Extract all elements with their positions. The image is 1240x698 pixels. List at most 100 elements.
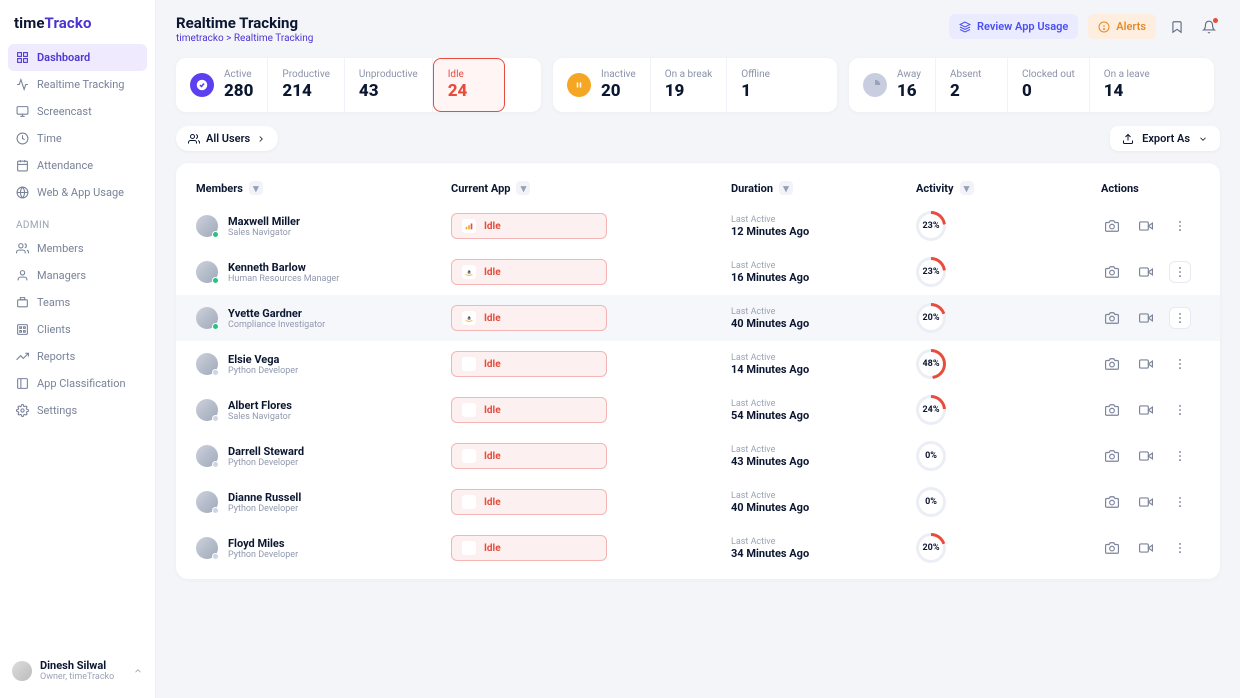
- screenshot-button[interactable]: [1101, 261, 1123, 283]
- sidebar-item-dashboard[interactable]: Dashboard: [8, 44, 147, 71]
- sidebar-item-realtime-tracking[interactable]: Realtime Tracking: [8, 71, 147, 98]
- current-app-cell: a Idle: [451, 259, 731, 285]
- sidebar-item-label: Reports: [37, 350, 75, 363]
- last-active-value: 12 Minutes Ago: [731, 225, 916, 238]
- sidebar-item-members[interactable]: Members: [8, 235, 147, 262]
- sidebar-item-attendance[interactable]: Attendance: [8, 152, 147, 179]
- stat-inactive[interactable]: Inactive 20: [553, 58, 651, 112]
- more-button[interactable]: [1169, 215, 1191, 237]
- app-icon: [462, 495, 476, 509]
- sidebar-item-time[interactable]: Time: [8, 125, 147, 152]
- stat-active[interactable]: Active 280: [176, 58, 268, 112]
- presence-indicator: [212, 231, 219, 238]
- col-members[interactable]: Members▾: [196, 181, 451, 195]
- sidebar-item-clients[interactable]: Clients: [8, 316, 147, 343]
- stat-offline[interactable]: Offline 1: [727, 58, 799, 112]
- table-row[interactable]: Elsie Vega Python Developer Idle Last Ac…: [176, 341, 1220, 387]
- sort-icon[interactable]: ▾: [779, 181, 793, 195]
- bookmark-button[interactable]: [1166, 16, 1188, 38]
- screenshot-button[interactable]: [1101, 537, 1123, 559]
- last-active-label: Last Active: [731, 537, 916, 547]
- more-button[interactable]: [1169, 353, 1191, 375]
- avatar: [196, 445, 218, 467]
- sidebar-item-managers[interactable]: Managers: [8, 262, 147, 289]
- more-button[interactable]: [1169, 307, 1191, 329]
- video-button[interactable]: [1135, 353, 1157, 375]
- col-duration[interactable]: Duration▾: [731, 181, 916, 195]
- more-vertical-icon: [1173, 357, 1187, 371]
- table-row[interactable]: Floyd Miles Python Developer Idle Last A…: [176, 525, 1220, 571]
- member-role: Sales Navigator: [228, 228, 300, 238]
- sidebar-item-label: App Classification: [37, 377, 126, 390]
- more-button[interactable]: [1169, 491, 1191, 513]
- screenshot-button[interactable]: [1101, 491, 1123, 513]
- stat-away[interactable]: Away 16: [849, 58, 936, 112]
- table-row[interactable]: Albert Flores Sales Navigator Idle Last …: [176, 387, 1220, 433]
- sidebar-item-screencast[interactable]: Screencast: [8, 98, 147, 125]
- actions-cell: [1101, 399, 1221, 421]
- sort-icon[interactable]: ▾: [960, 181, 974, 195]
- actions-cell: [1101, 537, 1221, 559]
- more-button[interactable]: [1169, 261, 1191, 283]
- video-button[interactable]: [1135, 399, 1157, 421]
- stat-on-a-break[interactable]: On a break 19: [651, 58, 728, 112]
- avatar: [196, 537, 218, 559]
- col-activity[interactable]: Activity▾: [916, 181, 1101, 195]
- stat-label: Clocked out: [1022, 69, 1075, 80]
- nav-admin: MembersManagersTeamsClients Reports App Cl…: [8, 235, 147, 424]
- video-button[interactable]: [1135, 491, 1157, 513]
- more-vertical-icon: [1173, 265, 1187, 279]
- screenshot-button[interactable]: [1101, 445, 1123, 467]
- sort-icon[interactable]: ▾: [249, 181, 263, 195]
- more-button[interactable]: [1169, 445, 1191, 467]
- sidebar-item-settings[interactable]: Settings: [8, 397, 147, 424]
- stat-productive[interactable]: Productive 214: [268, 58, 344, 112]
- col-current-app[interactable]: Current App▾: [451, 181, 731, 195]
- stat-unproductive[interactable]: Unproductive 43: [345, 58, 433, 112]
- export-as-button[interactable]: Export As: [1110, 126, 1220, 151]
- stat-on-a-leave[interactable]: On a leave 14: [1090, 58, 1164, 112]
- stat-value: 1: [741, 81, 785, 101]
- realtime-tracking-icon: [16, 78, 29, 91]
- video-button[interactable]: [1135, 261, 1157, 283]
- stat-idle[interactable]: Idle 24: [433, 58, 505, 112]
- user-card[interactable]: Dinesh Silwal Owner, timeTracko: [8, 653, 147, 688]
- stat-absent[interactable]: Absent 2: [936, 58, 1008, 112]
- screenshot-button[interactable]: [1101, 399, 1123, 421]
- table-row[interactable]: Darrell Steward Python Developer Idle La…: [176, 433, 1220, 479]
- sidebar-item-web-app-usage[interactable]: Web & App Usage: [8, 179, 147, 206]
- stat-clocked-out[interactable]: Clocked out 0: [1008, 58, 1090, 112]
- table-row[interactable]: Maxwell Miller Sales Navigator Idle Last…: [176, 203, 1220, 249]
- actions-cell: [1101, 307, 1221, 329]
- sidebar-item-app-classification[interactable]: App Classification: [8, 370, 147, 397]
- table-row[interactable]: Yvette Gardner Compliance Investigator a…: [176, 295, 1220, 341]
- svg-text:a: a: [467, 316, 470, 322]
- table-row[interactable]: Kenneth Barlow Human Resources Manager a…: [176, 249, 1220, 295]
- camera-icon: [1105, 265, 1119, 279]
- more-button[interactable]: [1169, 537, 1191, 559]
- all-users-filter[interactable]: All Users: [176, 126, 278, 151]
- app-icon: [462, 449, 476, 463]
- stat-label: Away: [897, 69, 921, 80]
- activity-ring: 23%: [916, 257, 946, 287]
- notifications-button[interactable]: [1198, 16, 1220, 38]
- sort-icon[interactable]: ▾: [516, 181, 530, 195]
- sidebar-item-teams[interactable]: Teams: [8, 289, 147, 316]
- video-button[interactable]: [1135, 445, 1157, 467]
- more-button[interactable]: [1169, 399, 1191, 421]
- video-button[interactable]: [1135, 537, 1157, 559]
- screenshot-button[interactable]: [1101, 215, 1123, 237]
- app-icon: [462, 403, 476, 417]
- sidebar-item-reports[interactable]: Reports: [8, 343, 147, 370]
- video-button[interactable]: [1135, 215, 1157, 237]
- app-status-pill: Idle: [451, 535, 607, 561]
- stat-label: Inactive: [601, 69, 636, 80]
- review-app-usage-button[interactable]: Review App Usage: [949, 14, 1078, 39]
- screenshot-button[interactable]: [1101, 307, 1123, 329]
- breadcrumb[interactable]: timetracko > Realtime Tracking: [176, 33, 313, 44]
- video-button[interactable]: [1135, 307, 1157, 329]
- screenshot-button[interactable]: [1101, 353, 1123, 375]
- table-row[interactable]: Dianne Russell Python Developer Idle Las…: [176, 479, 1220, 525]
- alerts-button[interactable]: Alerts: [1088, 14, 1156, 39]
- last-active-value: 16 Minutes Ago: [731, 271, 916, 284]
